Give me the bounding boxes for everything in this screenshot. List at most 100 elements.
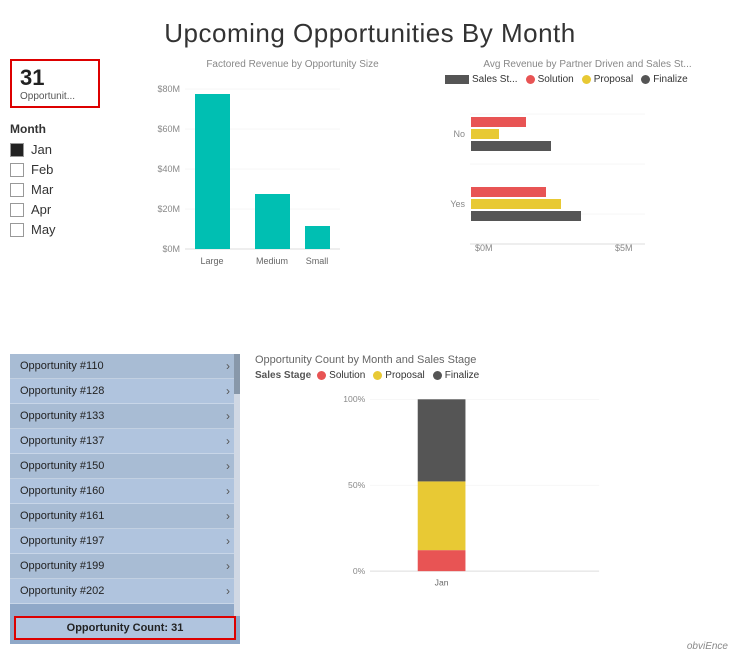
opp-items-container: Opportunity #110›Opportunity #128›Opport… bbox=[10, 354, 240, 604]
month-item-apr[interactable]: Apr bbox=[10, 202, 150, 217]
svg-text:Small: Small bbox=[306, 256, 329, 266]
month-label-jan: Jan bbox=[31, 142, 52, 157]
chevron-right-icon: › bbox=[226, 534, 230, 548]
svg-text:No: No bbox=[453, 129, 465, 139]
opp-legend-finalize: Finalize bbox=[433, 370, 479, 381]
opportunity-item[interactable]: Opportunity #150 › bbox=[10, 454, 240, 479]
month-label-feb: Feb bbox=[31, 162, 53, 177]
opp-legend-solution-dot bbox=[317, 371, 326, 380]
legend-sales-stage-icon bbox=[445, 75, 469, 84]
legend-solution-label: Solution bbox=[538, 74, 574, 85]
chevron-right-icon: › bbox=[226, 559, 230, 573]
legend-finalize: Finalize bbox=[641, 74, 687, 85]
chevron-right-icon: › bbox=[226, 484, 230, 498]
opp-legend-proposal: Proposal bbox=[373, 370, 424, 381]
month-item-feb[interactable]: Feb bbox=[10, 162, 150, 177]
opportunity-item-label: Opportunity #128 bbox=[20, 385, 104, 397]
month-label-mar: Mar bbox=[31, 182, 53, 197]
month-item-mar[interactable]: Mar bbox=[10, 182, 150, 197]
opp-count-svg: 100% 50% 0% Jan bbox=[255, 385, 695, 595]
legend-sales-stage: Sales St... bbox=[445, 74, 518, 85]
opportunity-count-chart: Opportunity Count by Month and Sales Sta… bbox=[240, 354, 730, 644]
opportunity-item-label: Opportunity #160 bbox=[20, 485, 104, 497]
month-filter-title: Month bbox=[10, 122, 150, 136]
opportunity-item[interactable]: Opportunity #133 › bbox=[10, 404, 240, 429]
svg-text:Medium: Medium bbox=[256, 256, 288, 266]
month-checkbox-mar[interactable] bbox=[10, 183, 24, 197]
chevron-right-icon: › bbox=[226, 584, 230, 598]
chevron-right-icon: › bbox=[226, 359, 230, 373]
month-checkbox-jan[interactable] bbox=[10, 143, 24, 157]
opportunity-item-label: Opportunity #199 bbox=[20, 560, 104, 572]
opportunity-item[interactable]: Opportunity #199 › bbox=[10, 554, 240, 579]
svg-text:Large: Large bbox=[200, 256, 223, 266]
chevron-right-icon: › bbox=[226, 509, 230, 523]
svg-text:$40M: $40M bbox=[157, 164, 180, 174]
month-checkbox-feb[interactable] bbox=[10, 163, 24, 177]
month-item-may[interactable]: May bbox=[10, 222, 150, 237]
svg-text:$80M: $80M bbox=[157, 84, 180, 94]
legend-proposal-label: Proposal bbox=[594, 74, 633, 85]
opp-count-legend-title: Sales Stage bbox=[255, 370, 311, 381]
month-item-jan[interactable]: Jan bbox=[10, 142, 150, 157]
opportunity-item-label: Opportunity #202 bbox=[20, 585, 104, 597]
svg-text:Yes: Yes bbox=[450, 199, 465, 209]
branding: obviEnce bbox=[687, 641, 728, 652]
opp-legend-solution: Solution bbox=[317, 370, 365, 381]
month-filter: Month Jan Feb Mar Apr May bbox=[10, 122, 150, 237]
opp-legend-proposal-dot bbox=[373, 371, 382, 380]
opportunity-item-label: Opportunity #137 bbox=[20, 435, 104, 447]
left-panel: 31 Opportunit... Month Jan Feb Mar Apr May bbox=[10, 59, 150, 349]
month-label-may: May bbox=[31, 222, 56, 237]
legend-proposal: Proposal bbox=[582, 74, 633, 85]
opp-legend-finalize-dot bbox=[433, 371, 442, 380]
opportunity-item[interactable]: Opportunity #197 › bbox=[10, 529, 240, 554]
opp-legend-solution-label: Solution bbox=[329, 370, 365, 381]
opportunity-item[interactable]: Opportunity #202 › bbox=[10, 579, 240, 604]
svg-text:100%: 100% bbox=[343, 394, 365, 404]
opportunity-item[interactable]: Opportunity #161 › bbox=[10, 504, 240, 529]
avg-revenue-svg: No Yes $0M $5M bbox=[445, 89, 655, 259]
opportunity-item-label: Opportunity #150 bbox=[20, 460, 104, 472]
factored-revenue-chart-title: Factored Revenue by Opportunity Size bbox=[150, 59, 435, 70]
kpi-number: 31 bbox=[20, 65, 90, 91]
opportunity-item[interactable]: Opportunity #110› bbox=[10, 354, 240, 379]
opp-legend-proposal-label: Proposal bbox=[385, 370, 424, 381]
month-checkbox-may[interactable] bbox=[10, 223, 24, 237]
kpi-label: Opportunit... bbox=[20, 91, 90, 102]
legend-proposal-dot bbox=[582, 75, 591, 84]
chevron-right-icon: › bbox=[226, 409, 230, 423]
opportunity-item-label: Opportunity #197 bbox=[20, 535, 104, 547]
legend-solution: Solution bbox=[526, 74, 574, 85]
opportunity-item[interactable]: Opportunity #160 › bbox=[10, 479, 240, 504]
opportunity-item-label: Opportunity #161 bbox=[20, 510, 104, 522]
chevron-right-icon: › bbox=[226, 384, 230, 398]
avg-revenue-chart-title: Avg Revenue by Partner Driven and Sales … bbox=[445, 59, 730, 70]
svg-text:Jan: Jan bbox=[435, 577, 449, 587]
legend-finalize-label: Finalize bbox=[653, 74, 687, 85]
top-section: 31 Opportunit... Month Jan Feb Mar Apr May F… bbox=[0, 59, 740, 349]
factored-revenue-svg: $80M $60M $40M $20M $0M Large Mediu bbox=[150, 74, 350, 274]
opportunity-item[interactable]: Opportunity #137 › bbox=[10, 429, 240, 454]
bottom-section: Opportunity #110›Opportunity #128›Opport… bbox=[0, 354, 740, 644]
opp-legend-finalize-label: Finalize bbox=[445, 370, 479, 381]
legend-sales-stage-label: Sales St... bbox=[472, 74, 518, 85]
opportunity-item[interactable]: Opportunity #128 › bbox=[10, 379, 240, 404]
kpi-box: 31 Opportunit... bbox=[10, 59, 100, 108]
avg-revenue-chart: Avg Revenue by Partner Driven and Sales … bbox=[445, 59, 730, 349]
page-title: Upcoming Opportunities By Month bbox=[0, 0, 740, 59]
legend-solution-dot bbox=[526, 75, 535, 84]
charts-top: Factored Revenue by Opportunity Size $80… bbox=[150, 59, 730, 349]
opportunity-item-label: Opportunity #133 bbox=[20, 410, 104, 422]
opportunity-count-bar: Opportunity Count: 31 bbox=[14, 616, 236, 640]
avg-revenue-legend: Sales St... Solution Proposal Finalize bbox=[445, 74, 730, 85]
svg-text:$60M: $60M bbox=[157, 124, 180, 134]
chevron-right-icon: › bbox=[226, 434, 230, 448]
month-items-container: Jan Feb Mar Apr May bbox=[10, 142, 150, 237]
svg-text:50%: 50% bbox=[348, 480, 366, 490]
svg-text:$0M: $0M bbox=[162, 244, 180, 254]
chevron-right-icon: › bbox=[226, 459, 230, 473]
legend-finalize-dot bbox=[641, 75, 650, 84]
opp-count-chart-title: Opportunity Count by Month and Sales Sta… bbox=[255, 354, 730, 366]
month-checkbox-apr[interactable] bbox=[10, 203, 24, 217]
